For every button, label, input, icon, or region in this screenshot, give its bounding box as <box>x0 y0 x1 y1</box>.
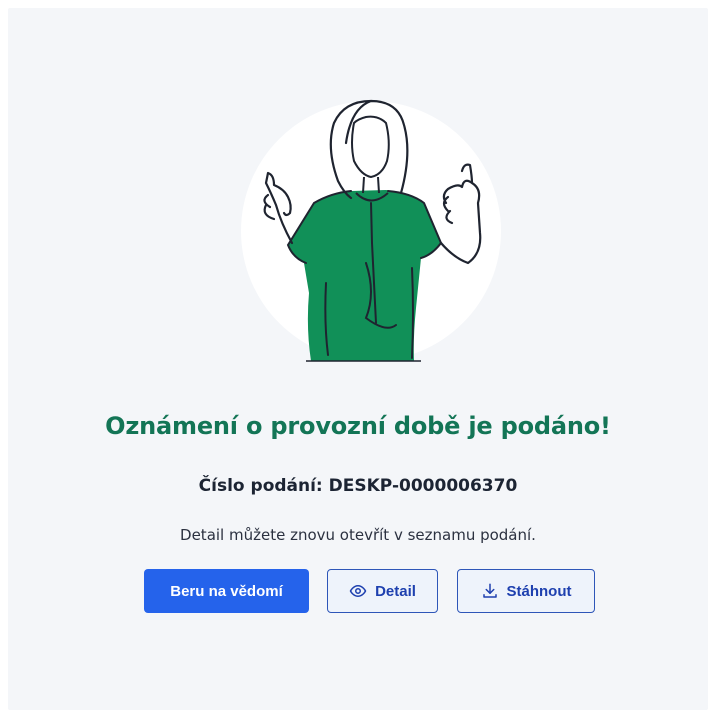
detail-hint: Detail můžete znovu otevřít v seznamu po… <box>180 526 536 544</box>
acknowledge-button[interactable]: Beru na vědomí <box>144 569 309 613</box>
acknowledge-button-label: Beru na vědomí <box>170 582 283 600</box>
success-panel: Oznámení o provozní době je podáno! Čísl… <box>8 8 708 710</box>
download-icon <box>481 582 499 600</box>
download-button[interactable]: Stáhnout <box>457 569 595 613</box>
submission-number: Číslo podání: DESKP-0000006370 <box>198 476 518 496</box>
success-title: Oznámení o provozní době je podáno! <box>105 412 611 440</box>
eye-icon <box>349 582 367 600</box>
detail-button-label: Detail <box>375 582 416 600</box>
woman-thumbs-up-illustration <box>241 99 501 362</box>
download-button-label: Stáhnout <box>506 582 572 600</box>
detail-button[interactable]: Detail <box>327 569 438 613</box>
